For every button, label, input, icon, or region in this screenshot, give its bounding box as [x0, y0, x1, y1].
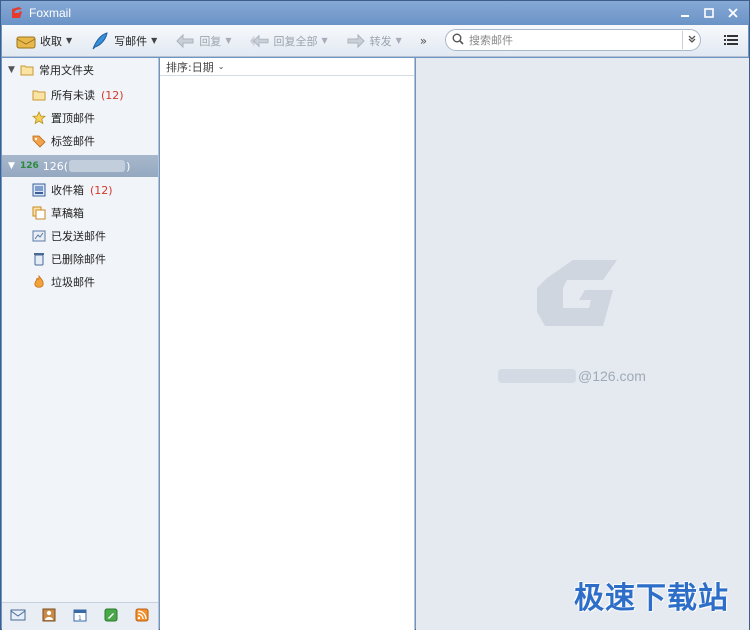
sidebar-item-deleted[interactable]: 已删除邮件 — [2, 248, 158, 270]
title-bar: Foxmail — [1, 1, 749, 25]
redacted-email-user — [498, 369, 576, 383]
maximize-button[interactable] — [699, 4, 719, 22]
flame-icon — [32, 275, 46, 289]
sidebar-item-sent[interactable]: 已发送邮件 — [2, 225, 158, 247]
compose-button[interactable]: 写邮件 ▼ — [84, 29, 163, 53]
window-controls — [675, 4, 743, 22]
forward-label: 转发 — [369, 34, 392, 48]
notes-module-button[interactable] — [103, 608, 119, 625]
calendar-icon: 1 — [73, 608, 87, 625]
inbox-icon — [32, 183, 46, 197]
feather-icon — [90, 31, 110, 51]
chevron-down-icon[interactable]: ▼ — [225, 36, 231, 45]
reply-button[interactable]: 回复 ▼ — [169, 29, 237, 53]
account-email: @126.com — [498, 368, 646, 384]
sent-icon — [32, 229, 46, 243]
forward-arrow-icon — [346, 31, 366, 51]
unread-count: (12) — [101, 88, 124, 102]
sidebar-item-inbox[interactable]: 收件箱 (12) — [2, 179, 158, 201]
sidebar-item-label: 所有未读 — [51, 89, 95, 102]
email-domain: @126.com — [578, 368, 646, 384]
contacts-module-button[interactable] — [41, 608, 57, 625]
foxmail-watermark-logo-icon — [533, 248, 625, 340]
chevron-down-icon[interactable]: ▼ — [66, 36, 72, 45]
mail-module-button[interactable] — [10, 609, 26, 625]
folder-sidebar: ▼ 常用文件夹 所有未读 (12) 置顶邮件 标签邮件 ▼ 126 126()… — [2, 58, 159, 630]
minimize-button[interactable] — [675, 4, 695, 22]
search-options-button[interactable] — [682, 31, 700, 49]
expand-arrow-icon[interactable]: ▼ — [8, 65, 18, 75]
sort-label: 排序:日期 — [166, 60, 214, 74]
sidebar-item-label: 置顶邮件 — [51, 112, 95, 125]
close-button[interactable] — [723, 4, 743, 22]
reply-all-button[interactable]: 回复全部 ▼ — [243, 29, 333, 53]
svg-text:1: 1 — [78, 615, 82, 622]
foxmail-logo-icon — [9, 5, 25, 21]
pencil-icon — [104, 608, 118, 625]
sidebar-item-label: 已删除邮件 — [51, 253, 106, 266]
reply-label: 回复 — [199, 34, 222, 48]
account-row[interactable]: ▼ 126 126( ) — [2, 155, 158, 177]
reply-all-label: 回复全部 — [273, 34, 318, 48]
toolbar-more-button[interactable]: » — [420, 34, 427, 48]
favorites-title: 常用文件夹 — [39, 64, 94, 77]
forward-button[interactable]: 转发 ▼ — [340, 29, 408, 53]
mail-icon — [10, 608, 26, 625]
folder-icon — [32, 88, 46, 102]
star-icon — [32, 111, 46, 125]
sidebar-item-pinned[interactable]: 置顶邮件 — [2, 107, 158, 129]
calendar-module-button[interactable]: 1 — [72, 609, 88, 625]
message-list-panel: 排序:日期 ⌄ — [160, 58, 415, 630]
search-input[interactable] — [469, 33, 682, 47]
sidebar-item-all-unread[interactable]: 所有未读 (12) — [2, 84, 158, 106]
rss-module-button[interactable] — [134, 608, 150, 625]
sidebar-item-tagged[interactable]: 标签邮件 — [2, 130, 158, 152]
receive-button[interactable]: 收取 ▼ — [10, 29, 78, 53]
site-watermark: 极速下载站 — [574, 581, 729, 616]
chevron-down-icon[interactable]: ▼ — [321, 36, 327, 45]
search-box — [445, 29, 701, 51]
main-menu-button[interactable] — [724, 33, 738, 47]
account-126-icon: 126 — [20, 161, 39, 171]
chevron-down-icon[interactable]: ▼ — [396, 36, 402, 45]
rss-icon — [135, 608, 149, 625]
contacts-icon — [42, 608, 56, 625]
double-chevron-down-icon — [687, 34, 697, 47]
foxmail-window: Foxmail 收取 ▼ 写邮件 ▼ 回复 ▼ 回复全部 ▼ 转发 ▼ » 搜索… — [0, 0, 750, 630]
inbox-count: (12) — [90, 183, 113, 197]
sidebar-item-label: 标签邮件 — [51, 135, 95, 148]
module-switcher: 1 — [2, 602, 158, 630]
sidebar-item-label: 垃圾邮件 — [51, 276, 95, 289]
sidebar-item-label: 已发送邮件 — [51, 230, 106, 243]
sidebar-item-label: 收件箱 — [51, 184, 84, 197]
reply-arrow-icon — [175, 31, 195, 51]
chevron-down-icon[interactable]: ▼ — [151, 36, 157, 45]
redacted-account-name — [69, 160, 126, 172]
window-title: Foxmail — [29, 6, 72, 20]
sort-selector[interactable]: 排序:日期 ⌄ — [160, 58, 414, 76]
sidebar-item-junk[interactable]: 垃圾邮件 — [2, 271, 158, 293]
favorites-group[interactable]: ▼ 常用文件夹 — [2, 59, 158, 81]
main-toolbar: 收取 ▼ 写邮件 ▼ 回复 ▼ 回复全部 ▼ 转发 ▼ » 搜索邮件 — [2, 25, 748, 57]
drafts-icon — [32, 206, 46, 220]
expand-arrow-icon[interactable]: ▼ — [8, 161, 18, 171]
search-icon — [452, 33, 464, 48]
menu-icon — [724, 35, 738, 50]
trash-icon — [32, 252, 46, 266]
sidebar-item-drafts[interactable]: 草稿箱 — [2, 202, 158, 224]
reading-pane: @126.com — [416, 58, 749, 630]
sidebar-item-label: 草稿箱 — [51, 207, 84, 220]
account-prefix: 126( — [42, 159, 69, 173]
account-suffix: ) — [126, 159, 131, 173]
reply-all-arrow-icon — [249, 31, 270, 51]
folder-icon — [20, 63, 34, 77]
receive-label: 收取 — [40, 34, 62, 48]
envelope-icon — [16, 31, 36, 51]
compose-label: 写邮件 — [114, 34, 148, 48]
tag-icon — [32, 134, 46, 148]
chevron-down-icon: ⌄ — [217, 62, 225, 71]
